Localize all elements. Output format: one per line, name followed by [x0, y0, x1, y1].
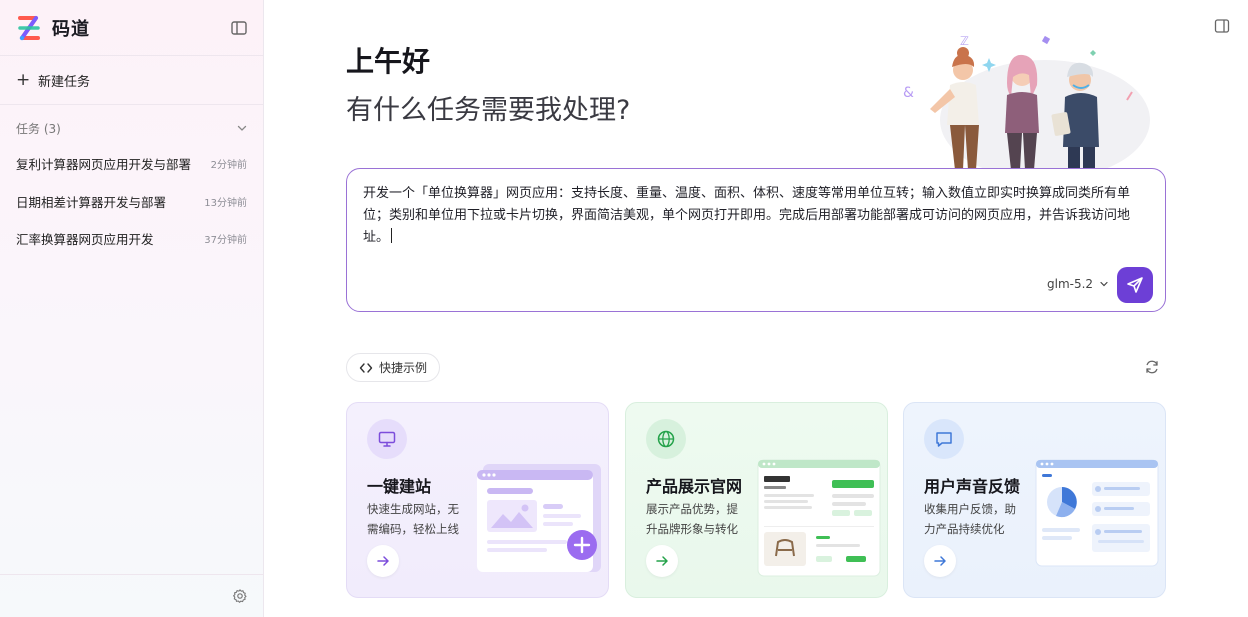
greeting: 上午好	[346, 45, 431, 78]
prompt-input[interactable]: 开发一个「单位换算器」网页应用：支持长度、重量、温度、面积、体积、速度等常用单位…	[363, 183, 1153, 249]
card-title: 一键建站	[367, 477, 432, 496]
card-arrow-button[interactable]	[367, 545, 399, 577]
task-list: 复利计算器网页应用开发与部署 2分钟前 日期相差计算器开发与部署 13分钟前 汇…	[0, 145, 263, 258]
card-title: 产品展示官网	[646, 477, 743, 496]
task-time: 2分钟前	[210, 160, 247, 172]
sidebar-collapse-icon[interactable]	[230, 19, 248, 37]
task-list-item[interactable]: 日期相差计算器开发与部署 13分钟前	[0, 183, 263, 221]
website-illustration	[477, 464, 601, 572]
task-list-item[interactable]: 复利计算器网页应用开发与部署 2分钟前	[0, 145, 263, 183]
example-card-website[interactable]: 一键建站 快速生成网站，无需编码，轻松上线	[346, 402, 609, 598]
example-card-feedback[interactable]: 用户声音反馈 收集用户反馈，助力产品持续优化	[903, 402, 1166, 598]
card-icon-wrap	[924, 419, 964, 459]
model-select-value: glm-5.2	[1047, 277, 1094, 291]
card-icon-wrap	[367, 419, 407, 459]
task-title: 复利计算器网页应用开发与部署	[16, 157, 192, 173]
prompt-text: 开发一个「单位换算器」网页应用：支持长度、重量、温度、面积、体积、速度等常用单位…	[363, 186, 1131, 245]
card-arrow-button[interactable]	[924, 545, 956, 577]
plus-icon: +	[16, 69, 31, 90]
brand-logo-icon	[18, 16, 40, 41]
chevron-down-icon	[1100, 281, 1108, 287]
page-subtitle: 有什么任务需要我处理?	[346, 95, 631, 126]
task-group-label: 任务 (3)	[16, 121, 61, 136]
model-select[interactable]: glm-5.2	[1047, 277, 1109, 291]
card-description: 展示产品优势，提升品牌形象与转化	[646, 502, 738, 536]
task-time: 13分钟前	[204, 197, 247, 209]
card-description: 快速生成网站，无需编码，轻松上线	[367, 502, 459, 536]
arrow-right-icon	[656, 556, 668, 566]
divider	[0, 574, 263, 575]
chevron-down-icon	[237, 125, 247, 131]
product-site-illustration	[757, 459, 881, 577]
new-task-label: 新建任务	[38, 74, 91, 90]
example-card-product-site[interactable]: 产品展示官网 展示产品优势，提升品牌形象与转化	[625, 402, 888, 598]
new-task-button[interactable]: + 新建任务	[16, 70, 90, 90]
hero-illustration: ℤ &	[903, 34, 1150, 170]
task-time: 37分钟前	[204, 235, 247, 247]
divider	[0, 55, 263, 56]
monitor-icon	[378, 431, 396, 447]
card-description: 收集用户反馈，助力产品持续优化	[924, 502, 1016, 536]
refresh-icon[interactable]	[1144, 359, 1160, 375]
quick-examples-chip[interactable]: 快捷示例	[346, 353, 441, 382]
brand[interactable]: 码道	[16, 14, 90, 42]
card-title: 用户声音反馈	[924, 477, 1021, 496]
task-group-header[interactable]: 任务 (3)	[16, 118, 248, 138]
text-caret	[391, 228, 393, 243]
arrow-right-icon	[934, 556, 946, 566]
divider	[0, 104, 263, 105]
arrow-right-icon	[377, 556, 389, 566]
card-icon-wrap	[646, 419, 686, 459]
prompt-box[interactable]: 开发一个「单位换算器」网页应用：支持长度、重量、温度、面积、体积、速度等常用单位…	[346, 168, 1166, 312]
task-title: 汇率换算器网页应用开发	[16, 232, 154, 248]
card-arrow-button[interactable]	[646, 545, 678, 577]
globe-icon	[657, 430, 675, 448]
brand-name: 码道	[52, 19, 90, 40]
feedback-illustration	[1035, 459, 1159, 567]
task-title: 日期相差计算器开发与部署	[16, 194, 167, 210]
quick-examples-label: 快捷示例	[379, 361, 428, 375]
chat-bubble-icon	[936, 432, 952, 447]
gear-icon[interactable]	[232, 588, 248, 604]
svg-text:ℤ: ℤ	[960, 34, 969, 48]
panel-toggle-icon[interactable]	[1214, 18, 1230, 34]
task-list-item[interactable]: 汇率换算器网页应用开发 37分钟前	[0, 220, 263, 258]
svg-text:&: &	[903, 85, 914, 101]
send-button[interactable]	[1117, 267, 1153, 303]
send-icon	[1127, 277, 1143, 293]
code-icon	[359, 362, 373, 373]
sidebar: 码道 + 新建任务 任务 (3) 复利计算器网页应用开发与部署 2分钟前 日期相…	[0, 0, 264, 617]
